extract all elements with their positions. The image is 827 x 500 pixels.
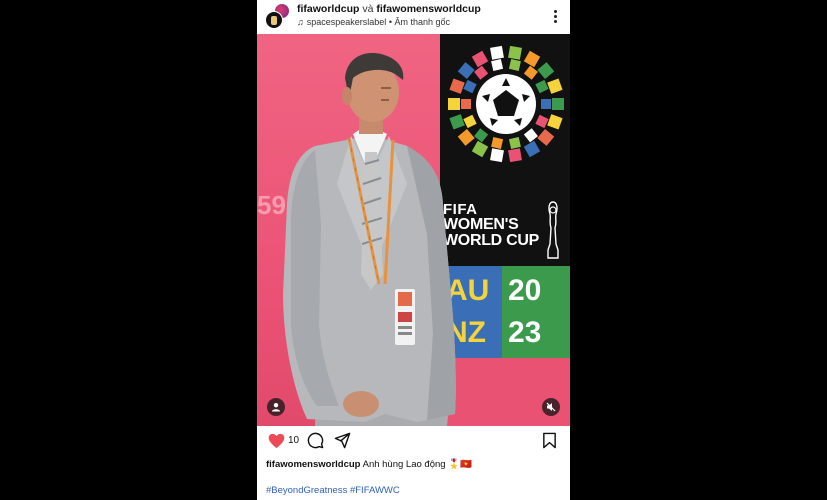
post-authors: fifaworldcup và fifawomensworldcup [297, 3, 481, 15]
audio-label: Âm thanh gốc [394, 17, 451, 27]
author-link-1[interactable]: fifaworldcup [297, 3, 359, 15]
author-joiner: và [362, 3, 374, 15]
like-count[interactable]: 10 [288, 435, 299, 446]
share-icon[interactable] [334, 432, 351, 449]
post-caption: fifawomensworldcup Anh hùng Lao động 🎖️🇻… [266, 459, 472, 470]
tag-people-icon[interactable] [267, 398, 285, 416]
audio-separator: • [388, 17, 392, 27]
post-header: fifaworldcup và fifawomensworldcup ♫ spac… [257, 0, 570, 33]
music-note-icon: ♫ [297, 17, 304, 27]
more-options-icon[interactable] [548, 6, 562, 26]
caption-username[interactable]: fifawomensworldcup [266, 459, 360, 470]
audio-info[interactable]: ♫ spacespeakerslabel • Âm thanh gốc [297, 17, 450, 27]
avatar-fifaworldcup[interactable] [265, 11, 283, 29]
comment-icon[interactable] [307, 432, 324, 449]
instagram-post: fifaworldcup và fifawomensworldcup ♫ spac… [257, 0, 570, 500]
author-link-2[interactable]: fifawomensworldcup [376, 3, 480, 15]
caption-hashtags[interactable]: #BeyondGreatness #FIFAWWC [266, 485, 400, 496]
mute-icon[interactable] [542, 398, 560, 416]
collab-avatars[interactable] [265, 3, 293, 31]
man-in-grey-suit [283, 53, 456, 426]
post-actions: 10 [257, 429, 570, 453]
post-media[interactable]: 59 FIFA WOMEN'S WORLD CUP AU NZ 20 23 [257, 34, 570, 426]
caption-text: Anh hùng Lao động 🎖️🇻🇳 [362, 459, 472, 470]
audio-artist: spacespeakerslabel [306, 17, 387, 27]
heart-icon[interactable] [268, 433, 285, 449]
bookmark-icon[interactable] [542, 432, 557, 449]
